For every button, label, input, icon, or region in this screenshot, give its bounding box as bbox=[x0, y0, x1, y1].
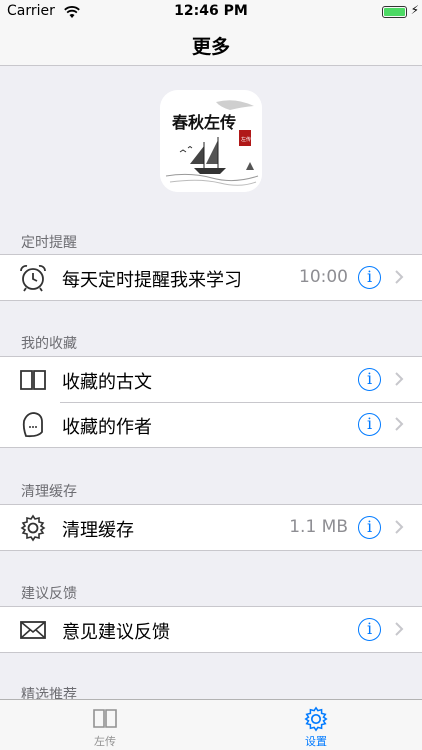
envelope-icon bbox=[18, 615, 48, 645]
clear-cache-row[interactable]: 清理缓存 1.1 MB i bbox=[0, 505, 422, 550]
reminder-row[interactable]: 每天定时提醒我来学习 10:00 i bbox=[0, 255, 422, 300]
chevron-right-icon bbox=[395, 520, 404, 534]
book-icon bbox=[93, 709, 117, 728]
cache-size: 1.1 MB bbox=[289, 517, 348, 537]
tab-bar: 左传 设置 bbox=[0, 699, 422, 750]
gear-icon bbox=[18, 513, 48, 543]
tab-zuozhuan-label: 左传 bbox=[94, 735, 116, 748]
person-face-icon bbox=[18, 410, 48, 440]
feedback-group: 意见建议反馈 i bbox=[0, 606, 422, 653]
favorites-group: 收藏的古文 i 收藏的作者 i bbox=[0, 356, 422, 448]
tab-zuozhuan[interactable]: 左传 bbox=[75, 705, 135, 749]
logo-title: 春秋左传 bbox=[171, 113, 236, 132]
feedback-label: 意见建议反馈 bbox=[62, 622, 170, 643]
favorite-authors-label: 收藏的作者 bbox=[62, 417, 152, 438]
tab-settings-label: 设置 bbox=[305, 735, 327, 748]
favorite-texts-label: 收藏的古文 bbox=[62, 372, 152, 393]
charging-icon: ⚡ bbox=[410, 3, 419, 17]
chevron-right-icon bbox=[395, 622, 404, 636]
chevron-right-icon bbox=[395, 270, 404, 284]
favorite-texts-row[interactable]: 收藏的古文 i bbox=[0, 357, 422, 402]
logo-stamp: 左传 bbox=[241, 136, 251, 143]
info-icon[interactable]: i bbox=[358, 368, 381, 391]
navigation-bar: 更多 bbox=[0, 24, 422, 66]
status-time: 12:46 PM bbox=[174, 3, 248, 19]
info-icon[interactable]: i bbox=[358, 266, 381, 289]
gear-icon bbox=[304, 706, 328, 732]
alarm-clock-icon bbox=[18, 263, 48, 293]
battery-icon bbox=[382, 6, 407, 18]
app-logo-image: 春秋左传 左传 bbox=[160, 90, 262, 192]
book-icon bbox=[18, 365, 48, 395]
app-logo: 春秋左传 左传 bbox=[160, 90, 262, 192]
section-header-favorites: 我的收藏 bbox=[21, 336, 77, 352]
section-header-reminder: 定时提醒 bbox=[21, 235, 77, 251]
reminder-time: 10:00 bbox=[299, 267, 348, 287]
info-icon[interactable]: i bbox=[358, 516, 381, 539]
feedback-row[interactable]: 意见建议反馈 i bbox=[0, 607, 422, 652]
section-header-cache: 清理缓存 bbox=[21, 484, 77, 500]
info-icon[interactable]: i bbox=[358, 413, 381, 436]
info-icon[interactable]: i bbox=[358, 618, 381, 641]
chevron-right-icon bbox=[395, 417, 404, 431]
section-header-feedback: 建议反馈 bbox=[21, 586, 77, 602]
reminder-label: 每天定时提醒我来学习 bbox=[62, 270, 242, 291]
chevron-right-icon bbox=[395, 372, 404, 386]
cache-group: 清理缓存 1.1 MB i bbox=[0, 504, 422, 551]
reminder-group: 每天定时提醒我来学习 10:00 i bbox=[0, 254, 422, 301]
tab-settings[interactable]: 设置 bbox=[286, 705, 346, 749]
favorite-authors-row[interactable]: 收藏的作者 i bbox=[0, 402, 422, 447]
clear-cache-label: 清理缓存 bbox=[62, 520, 134, 541]
status-bar: Carrier 12:46 PM ⚡ bbox=[0, 0, 422, 24]
page-title: 更多 bbox=[191, 36, 230, 58]
